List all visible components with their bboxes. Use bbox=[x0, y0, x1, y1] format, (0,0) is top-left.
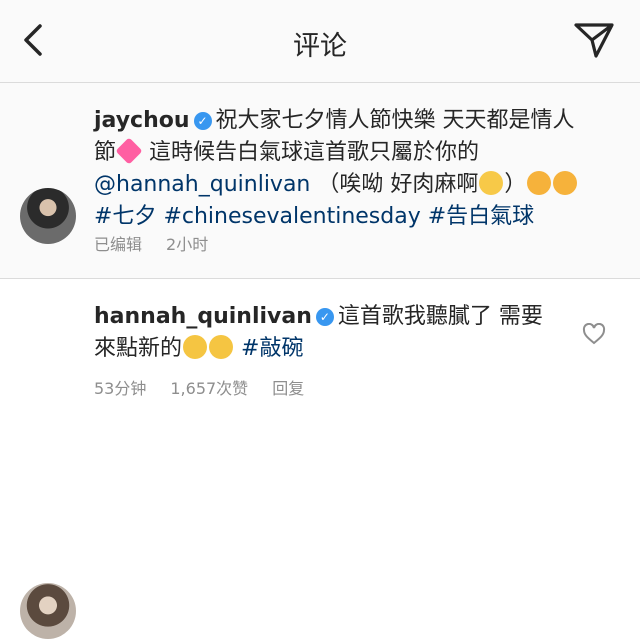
party-emoji-icon bbox=[209, 335, 234, 359]
comment: hannah_quinlivan ✓ 這首歌我聽膩了 需要來點新的 #敲碗 53分钟… bbox=[0, 279, 640, 639]
caption-text-2: 這時候告白氣球這首歌只屬於你的 bbox=[149, 140, 480, 165]
caption-text: jaychou ✓ 祝大家七夕情人節快樂 天天都是情人節 這時候告白氣球這首歌只屬於… bbox=[94, 105, 594, 233]
top-bar: 评论 bbox=[0, 0, 640, 83]
party-emoji-icon bbox=[183, 335, 208, 359]
page-title: 评论 bbox=[293, 31, 347, 62]
hashtag-link[interactable]: #敲碗 bbox=[241, 336, 303, 361]
heart-emoji-icon bbox=[115, 137, 143, 165]
verified-badge-icon: ✓ bbox=[193, 112, 212, 130]
reply-button[interactable]: 回复 bbox=[272, 379, 304, 398]
hashtag-link[interactable]: #七夕 bbox=[94, 204, 156, 229]
caption-username[interactable]: jaychou bbox=[94, 108, 190, 133]
like-count[interactable]: 1,657次赞 bbox=[170, 379, 248, 398]
direct-send-icon[interactable] bbox=[572, 20, 616, 60]
kiss-emoji-icon bbox=[527, 171, 552, 195]
avatar[interactable] bbox=[20, 583, 76, 639]
edited-label: 已编辑 bbox=[94, 235, 143, 254]
timestamp: 2小时 bbox=[166, 235, 209, 254]
heart-like-icon[interactable] bbox=[582, 323, 606, 345]
comment-text: hannah_quinlivan ✓ 這首歌我聽膩了 需要來點新的 #敲碗 bbox=[94, 301, 564, 365]
hashtag-link[interactable]: #chinesevalentinesday bbox=[163, 204, 420, 229]
hashtag-link[interactable]: #告白氣球 bbox=[428, 204, 534, 229]
timestamp: 53分钟 bbox=[94, 379, 147, 398]
comment-username[interactable]: hannah_quinlivan bbox=[94, 304, 312, 329]
kiss-emoji-icon bbox=[553, 171, 578, 195]
post-caption: jaychou ✓ 祝大家七夕情人節快樂 天天都是情人節 這時候告白氣球這首歌只屬於… bbox=[0, 83, 640, 278]
comment-meta: 53分钟 1,657次赞 回复 bbox=[94, 375, 328, 399]
caption-text-4: ） bbox=[504, 172, 527, 197]
caption-meta: 已编辑 2小时 bbox=[94, 231, 232, 255]
laughing-emoji-icon bbox=[479, 171, 504, 195]
verified-badge-icon: ✓ bbox=[315, 308, 334, 326]
mention-link[interactable]: @hannah_quinlivan bbox=[94, 172, 310, 197]
caption-text-3: （唉呦 好肉麻啊 bbox=[317, 172, 479, 197]
avatar[interactable] bbox=[20, 188, 76, 244]
